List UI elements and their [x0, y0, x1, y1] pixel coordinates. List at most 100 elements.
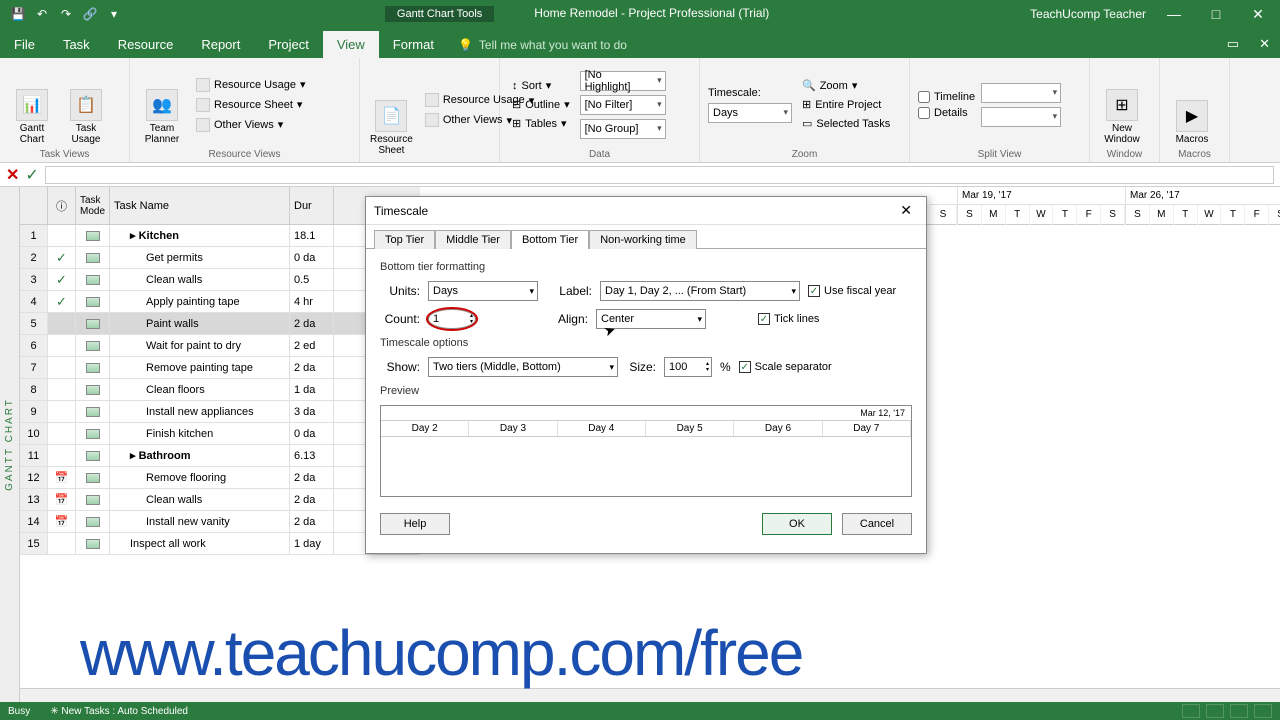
timescale-dropdown[interactable]: Days [708, 103, 792, 123]
duration-cell[interactable]: 2 da [290, 467, 334, 488]
tables-button[interactable]: ⊞ Tables ▾ [508, 116, 574, 131]
table-row[interactable]: 6Wait for paint to dry2 ed [20, 335, 420, 357]
resource-sheet-big-button[interactable]: 📄Resource Sheet [368, 62, 415, 158]
cancel-button[interactable]: Cancel [842, 513, 912, 535]
undo-icon[interactable]: ↶ [32, 4, 52, 24]
tab-project[interactable]: Project [254, 31, 322, 58]
outline-button[interactable]: ⊟ Outline ▾ [508, 97, 574, 112]
other-views-button[interactable]: Other Views ▾ [192, 117, 309, 133]
indicator-header[interactable]: ⓘ [48, 187, 76, 224]
duration-cell[interactable]: 18.1 [290, 225, 334, 246]
save-icon[interactable]: 💾 [8, 4, 28, 24]
table-row[interactable]: 9Install new appliances3 da [20, 401, 420, 423]
entry-input[interactable] [45, 166, 1274, 184]
ribbon-close-icon[interactable]: ✕ [1249, 30, 1280, 58]
task-usage-button[interactable]: 📋Task Usage [62, 62, 110, 147]
sort-button[interactable]: ↕ Sort ▾ [508, 78, 574, 93]
details-view-dropdown[interactable] [981, 107, 1061, 127]
tick-lines-checkbox[interactable]: ✓Tick lines [758, 313, 819, 325]
entire-project-button[interactable]: ⊞ Entire Project [798, 97, 894, 112]
table-row[interactable]: 15Inspect all work1 day [20, 533, 420, 555]
filter-dropdown[interactable]: [No Filter] [580, 95, 666, 115]
help-button[interactable]: Help [380, 513, 450, 535]
macros-button[interactable]: ▶Macros [1168, 62, 1216, 147]
tell-me-search[interactable]: 💡 Tell me what you want to do [448, 32, 1217, 58]
tab-file[interactable]: File [0, 31, 49, 58]
tab-top-tier[interactable]: Top Tier [374, 230, 435, 249]
task-name-cell[interactable]: Finish kitchen [110, 423, 290, 444]
view-shortcut-4[interactable] [1254, 704, 1272, 718]
label-dropdown[interactable]: Day 1, Day 2, ... (From Start) [600, 281, 800, 301]
tab-report[interactable]: Report [187, 31, 254, 58]
duration-cell[interactable]: 0 da [290, 423, 334, 444]
team-planner-button[interactable]: 👥Team Planner [138, 62, 186, 147]
view-shortcut-3[interactable] [1230, 704, 1248, 718]
table-row[interactable]: 4✓Apply painting tape4 hr [20, 291, 420, 313]
task-name-cell[interactable]: Clean floors [110, 379, 290, 400]
table-row[interactable]: 14📅Install new vanity2 da [20, 511, 420, 533]
tab-view[interactable]: View [323, 31, 379, 58]
ribbon-minimize-icon[interactable]: ▭ [1217, 30, 1249, 58]
size-spinner[interactable]: 100 [664, 357, 712, 377]
qat-dropdown-icon[interactable]: ▾ [104, 4, 124, 24]
task-name-cell[interactable]: Install new vanity [110, 511, 290, 532]
tab-task[interactable]: Task [49, 31, 104, 58]
task-name-cell[interactable]: Get permits [110, 247, 290, 268]
task-name-cell[interactable]: ▸ Kitchen [110, 225, 290, 246]
tab-middle-tier[interactable]: Middle Tier [435, 230, 511, 249]
duration-cell[interactable]: 2 da [290, 313, 334, 334]
zoom-button[interactable]: 🔍 Zoom ▾ [798, 78, 894, 93]
duration-cell[interactable]: 1 da [290, 379, 334, 400]
horizontal-scrollbar[interactable] [20, 688, 1280, 702]
link-icon[interactable]: 🔗 [80, 4, 100, 24]
table-row[interactable]: 10Finish kitchen0 da [20, 423, 420, 445]
col-task-name[interactable]: Task Name [110, 187, 290, 224]
col-duration[interactable]: Dur [290, 187, 334, 224]
count-spinner[interactable]: 1 [428, 309, 476, 329]
table-row[interactable]: 7Remove painting tape2 da [20, 357, 420, 379]
tab-resource[interactable]: Resource [104, 31, 188, 58]
task-name-cell[interactable]: Clean walls [110, 269, 290, 290]
col-task-mode[interactable]: Task Mode [76, 187, 110, 224]
duration-cell[interactable]: 2 da [290, 357, 334, 378]
table-row[interactable]: 3✓Clean walls0.5 [20, 269, 420, 291]
table-row[interactable]: 13📅Clean walls2 da [20, 489, 420, 511]
table-row[interactable]: 11▸ Bathroom6.13 [20, 445, 420, 467]
tab-format[interactable]: Format [379, 31, 448, 58]
task-name-cell[interactable]: Install new appliances [110, 401, 290, 422]
duration-cell[interactable]: 2 da [290, 511, 334, 532]
timeline-view-dropdown[interactable] [981, 83, 1061, 103]
gantt-chart-button[interactable]: 📊Gantt Chart [8, 62, 56, 147]
timeline-checkbox[interactable]: Timeline [918, 91, 975, 103]
cancel-entry-icon[interactable]: ✕ [6, 165, 19, 185]
new-window-button[interactable]: ⊞New Window [1098, 62, 1146, 147]
duration-cell[interactable]: 0.5 [290, 269, 334, 290]
units-dropdown[interactable]: Days [428, 281, 538, 301]
task-name-cell[interactable]: Paint walls [110, 313, 290, 334]
task-name-cell[interactable]: ▸ Bathroom [110, 445, 290, 466]
scale-separator-checkbox[interactable]: ✓Scale separator [739, 361, 832, 373]
task-name-cell[interactable]: Inspect all work [110, 533, 290, 554]
task-name-cell[interactable]: Apply painting tape [110, 291, 290, 312]
use-fiscal-year-checkbox[interactable]: ✓Use fiscal year [808, 285, 896, 297]
tab-nonworking-time[interactable]: Non-working time [589, 230, 697, 249]
view-shortcut-1[interactable] [1182, 704, 1200, 718]
duration-cell[interactable]: 1 day [290, 533, 334, 554]
task-name-cell[interactable]: Remove flooring [110, 467, 290, 488]
task-name-cell[interactable]: Remove painting tape [110, 357, 290, 378]
maximize-icon[interactable]: □ [1202, 6, 1230, 22]
accept-entry-icon[interactable]: ✓ [25, 165, 38, 185]
resource-sheet-button[interactable]: Resource Sheet ▾ [192, 97, 309, 113]
table-row[interactable]: 2✓Get permits0 da [20, 247, 420, 269]
table-row[interactable]: 1▸ Kitchen18.1 [20, 225, 420, 247]
task-name-cell[interactable]: Clean walls [110, 489, 290, 510]
redo-icon[interactable]: ↷ [56, 4, 76, 24]
duration-cell[interactable]: 3 da [290, 401, 334, 422]
ok-button[interactable]: OK [762, 513, 832, 535]
details-checkbox[interactable]: Details [918, 107, 975, 119]
dialog-close-icon[interactable]: ✕ [894, 202, 918, 219]
table-row[interactable]: 5Paint walls2 da [20, 313, 420, 335]
duration-cell[interactable]: 0 da [290, 247, 334, 268]
duration-cell[interactable]: 4 hr [290, 291, 334, 312]
minimize-icon[interactable]: — [1160, 6, 1188, 22]
